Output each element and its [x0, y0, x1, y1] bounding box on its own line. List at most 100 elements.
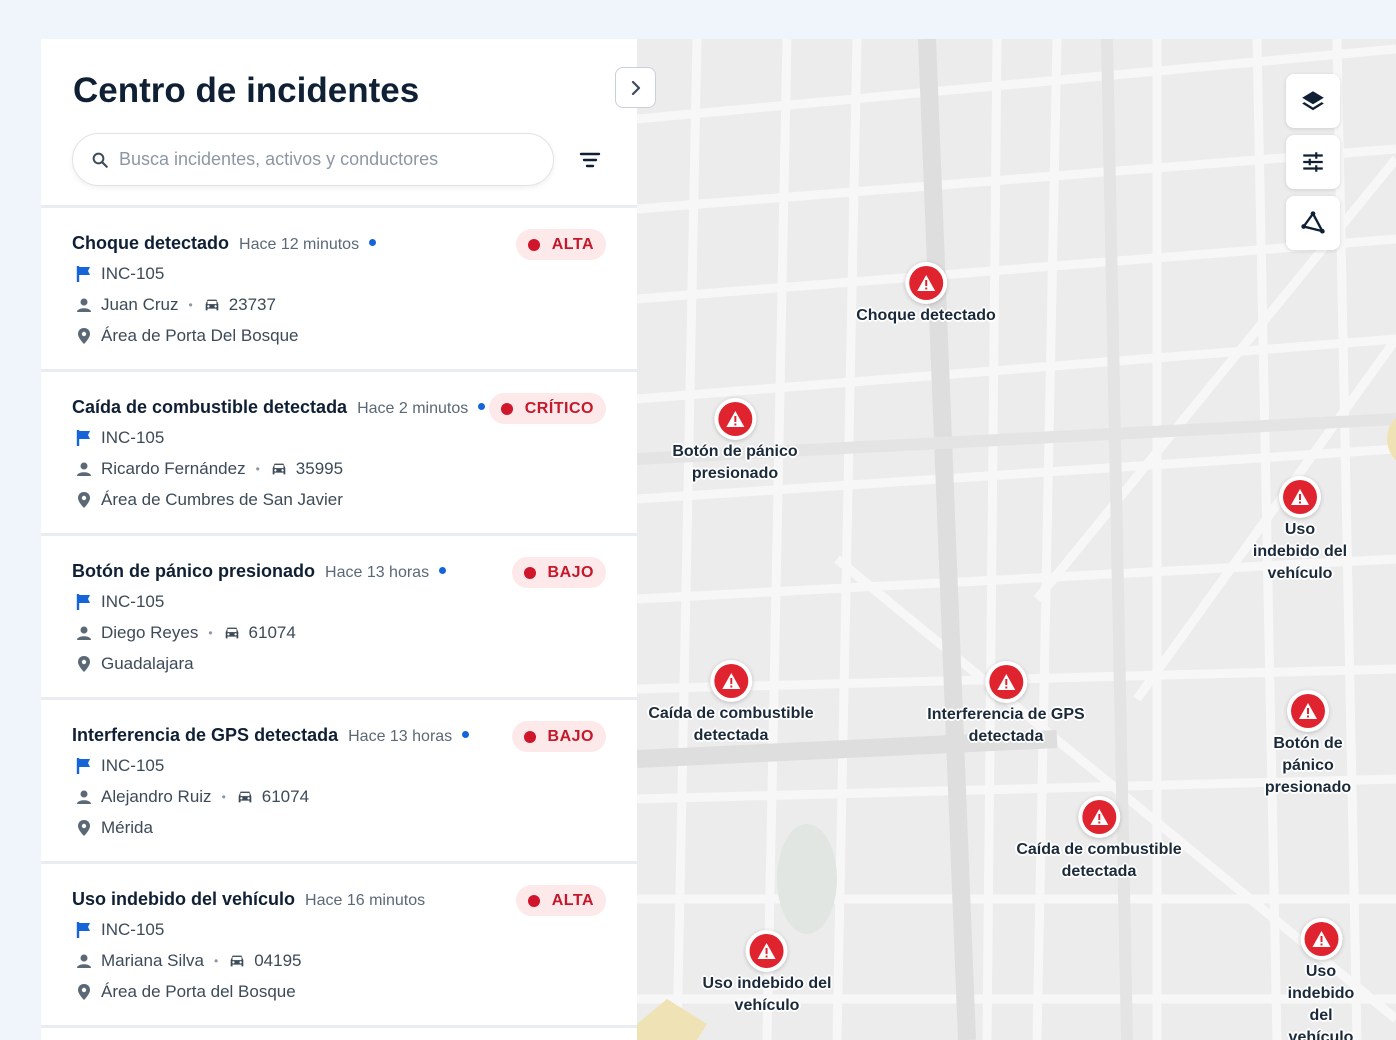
- filter-icon: [579, 152, 601, 168]
- marker-pin[interactable]: [1078, 796, 1120, 838]
- unread-dot: [478, 402, 486, 410]
- marker-pin[interactable]: [1279, 476, 1321, 518]
- panel-header: Centro de incidentes: [41, 39, 637, 208]
- filter-button[interactable]: [577, 147, 603, 173]
- marker-pin[interactable]: [1300, 918, 1342, 960]
- unread-dot: [439, 566, 447, 574]
- collapse-panel-button[interactable]: [615, 67, 656, 108]
- map-settings-button[interactable]: [1286, 135, 1340, 189]
- incident-card[interactable]: Caída de combustible detectada Hace 2 min…: [41, 372, 637, 536]
- incident-id: INC-105: [101, 592, 165, 611]
- search-input[interactable]: [119, 149, 539, 170]
- map-incident-marker[interactable]: Uso indebido del vehículo: [703, 930, 831, 1017]
- warning-triangle-icon: [722, 673, 740, 689]
- driver-vehicle-row: Mariana Silva • 04195: [75, 951, 301, 971]
- location-row: Mérida: [75, 818, 153, 838]
- driver-name: Diego Reyes: [101, 623, 199, 642]
- severity-label: BAJO: [547, 727, 594, 745]
- marker-label: Interferencia de GPS detectada: [927, 706, 1085, 745]
- unread-dot: [369, 238, 377, 246]
- location-pin-icon: [75, 491, 93, 509]
- marker-label: Uso indebido del vehículo: [1287, 963, 1355, 1040]
- incident-id: INC-105: [101, 920, 165, 939]
- flag-icon: [75, 921, 93, 939]
- vehicle-number: 61074: [261, 787, 310, 806]
- warning-triangle-icon: [725, 411, 744, 427]
- marker-pin[interactable]: [745, 930, 788, 972]
- location-text: Guadalajara: [101, 654, 194, 673]
- layers-button[interactable]: [1286, 74, 1340, 128]
- vehicle-number: 04195: [254, 951, 302, 970]
- driver-vehicle-row: Diego Reyes • 61074: [75, 623, 296, 643]
- map-incident-marker[interactable]: Interferencia de GPS detectada: [927, 661, 1085, 748]
- severity-label: ALTA: [551, 891, 594, 909]
- driver-name: Alejandro Ruiz: [101, 787, 212, 806]
- incident-card[interactable]: Uso indebido del vehículo Hace 16 minutos…: [41, 864, 637, 1028]
- severity-badge: BAJO: [511, 721, 606, 752]
- incident-id: INC-105: [101, 264, 165, 283]
- marker-pin[interactable]: [905, 262, 947, 304]
- flag-icon: [75, 265, 93, 283]
- marker-label: Botón de pánico presionado: [672, 443, 798, 482]
- chevron-right-icon: [631, 80, 640, 95]
- map-incident-marker[interactable]: Caída de combustible detectada: [1016, 796, 1182, 883]
- incident-id: INC-105: [101, 428, 165, 447]
- incident-title: Choque detectado: [72, 233, 230, 253]
- driver-vehicle-row: Alejandro Ruiz • 61074: [75, 787, 309, 807]
- severity-badge: CRÍTICO: [488, 393, 606, 424]
- marker-label: Botón de pánico presionado: [1264, 735, 1352, 796]
- incident-id-row: INC-105: [75, 756, 164, 776]
- marker-pin[interactable]: [1287, 690, 1329, 732]
- severity-label: CRÍTICO: [524, 399, 594, 417]
- location-row: Guadalajara: [75, 654, 194, 674]
- map-incident-marker[interactable]: Choque detectado: [856, 262, 996, 327]
- car-icon: [203, 296, 221, 314]
- flag-icon: [75, 429, 93, 447]
- warning-triangle-icon: [1090, 809, 1108, 825]
- incident-panel: Centro de incidentes Choque detectado Hac…: [41, 39, 637, 1040]
- incident-card[interactable]: Botón de pánico presionado Hace 13 horas …: [41, 536, 637, 700]
- map-incident-marker[interactable]: Uso indebido del vehículo: [1252, 476, 1348, 585]
- incident-card[interactable]: Choque detectado Hace 12 minutos ALTA INC…: [41, 208, 637, 372]
- car-icon: [270, 460, 288, 478]
- person-icon: [75, 788, 93, 806]
- incident-id-row: INC-105: [75, 592, 164, 612]
- draw-area-button[interactable]: [1286, 196, 1340, 250]
- page-title: Centro de incidentes: [73, 71, 420, 110]
- location-pin-icon: [75, 819, 93, 837]
- unread-dot: [462, 730, 470, 738]
- map-incident-marker[interactable]: Caída de combustible detectada: [648, 660, 814, 747]
- polygon-icon: [1301, 211, 1325, 234]
- map-incident-marker[interactable]: Botón de pánico presionado: [1264, 690, 1352, 799]
- incident-title: Caída de combustible detectada: [72, 397, 348, 417]
- map-incident-marker[interactable]: Botón de pánico presionado: [672, 398, 798, 485]
- driver-name: Juan Cruz: [101, 295, 179, 314]
- car-icon: [223, 624, 241, 642]
- severity-badge: ALTA: [515, 229, 606, 260]
- incident-time: Hace 2 minutos: [357, 400, 469, 417]
- search-box[interactable]: [72, 133, 554, 186]
- marker-pin[interactable]: [710, 660, 752, 702]
- location-pin-icon: [75, 655, 93, 673]
- incident-title: Uso indebido del vehículo: [72, 889, 296, 909]
- incident-time: Hace 16 minutos: [305, 892, 426, 909]
- location-row: Área de Porta del Bosque: [75, 982, 296, 1002]
- incident-list: Choque detectado Hace 12 minutos ALTA INC…: [41, 208, 637, 1028]
- incident-title: Botón de pánico presionado: [72, 561, 316, 581]
- marker-pin[interactable]: [984, 661, 1027, 703]
- location-text: Área de Cumbres de San Javier: [101, 490, 343, 509]
- incident-card[interactable]: Interferencia de GPS detectada Hace 13 ho…: [41, 700, 637, 864]
- incident-time: Hace 13 horas: [325, 564, 430, 581]
- warning-triangle-icon: [1312, 931, 1330, 947]
- sliders-icon: [1303, 152, 1323, 172]
- location-row: Área de Cumbres de San Javier: [75, 490, 343, 510]
- car-icon: [236, 788, 254, 806]
- marker-pin[interactable]: [713, 398, 756, 440]
- vehicle-number: 61074: [248, 623, 296, 642]
- marker-label: Choque detectado: [856, 307, 996, 324]
- location-pin-icon: [75, 983, 93, 1001]
- warning-triangle-icon: [1299, 703, 1317, 719]
- map-incident-marker[interactable]: Uso indebido del vehículo: [1284, 918, 1359, 1040]
- flag-icon: [75, 593, 93, 611]
- severity-label: ALTA: [551, 235, 594, 253]
